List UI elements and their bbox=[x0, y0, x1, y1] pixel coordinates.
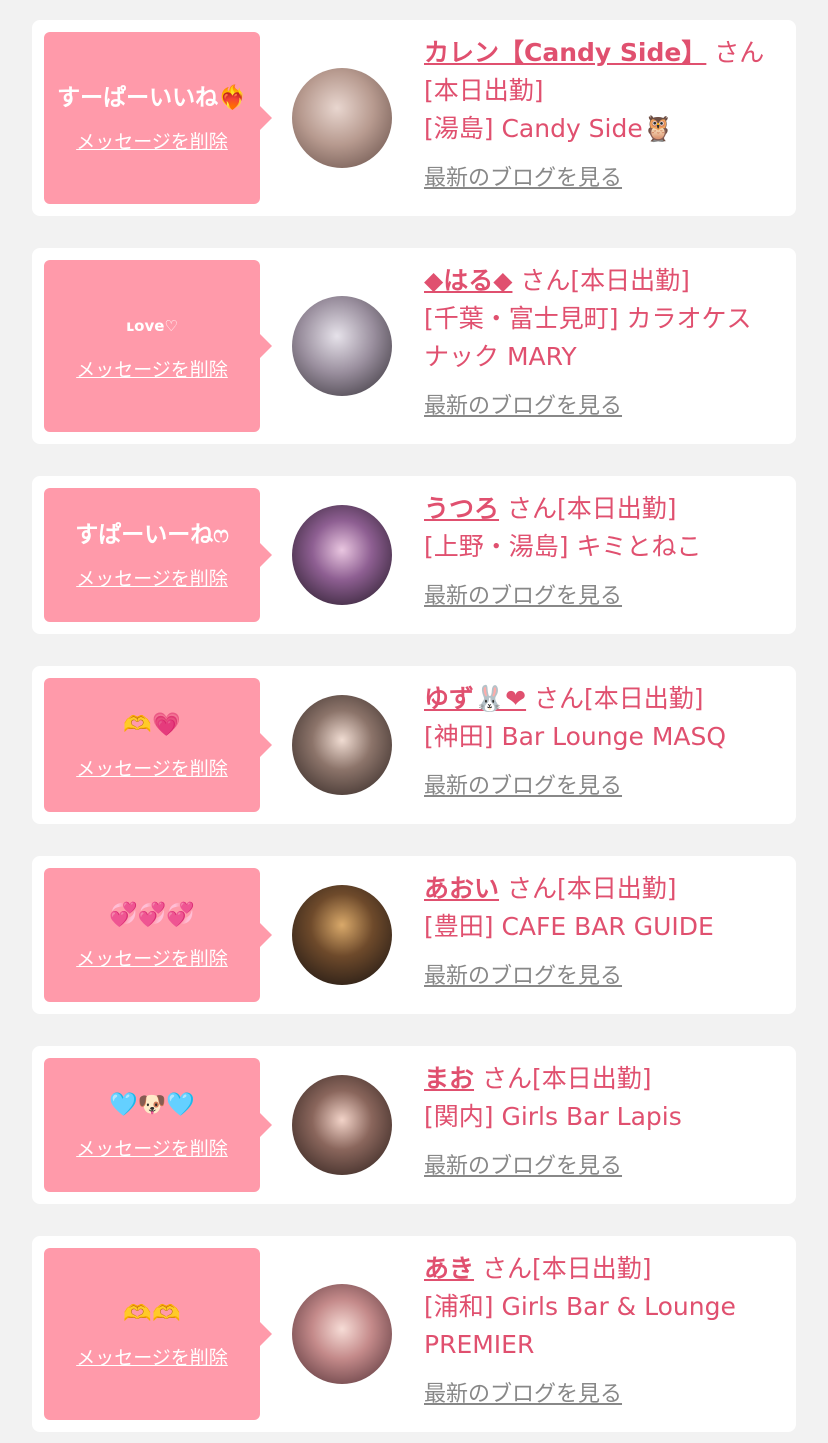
message-text: すーぱーいいね❤️‍🔥 bbox=[57, 84, 247, 111]
message-text: ʟove♡ bbox=[126, 316, 178, 335]
avatar[interactable] bbox=[292, 1075, 392, 1175]
cast-info: うつろ さん[本日出勤] [上野・湯島] キミとねこ 最新のブログを見る bbox=[424, 490, 770, 616]
cast-name-link[interactable]: ゆず🐰❤ bbox=[424, 684, 526, 713]
message-bubble: ʟove♡ メッセージを削除 bbox=[44, 260, 272, 432]
san-suffix: さん[本日出勤] bbox=[520, 266, 690, 295]
delete-message-link[interactable]: メッセージを削除 bbox=[76, 754, 228, 781]
latest-blog-link[interactable]: 最新のブログを見る bbox=[424, 1376, 622, 1414]
cast-info: ◆はる◆ さん[本日出勤] [千葉・富士見町] カラオケスナック MARY 最新… bbox=[424, 262, 770, 426]
message-text: 🫶💗 bbox=[123, 711, 181, 738]
delete-message-link[interactable]: メッセージを削除 bbox=[76, 355, 228, 382]
avatar[interactable] bbox=[292, 885, 392, 985]
san-suffix: さん[本日出勤] bbox=[481, 1064, 652, 1093]
cast-info: カレン【Candy Side】 さん[本日出勤] [湯島] Candy Side… bbox=[424, 34, 770, 198]
cast-info: ゆず🐰❤ さん[本日出勤] [神田] Bar Lounge MASQ 最新のブロ… bbox=[424, 680, 770, 806]
delete-message-link[interactable]: メッセージを削除 bbox=[76, 1343, 228, 1370]
delete-message-link[interactable]: メッセージを削除 bbox=[76, 127, 228, 154]
cast-info: あおい さん[本日出勤] [豊田] CAFE BAR GUIDE 最新のブログを… bbox=[424, 870, 770, 996]
message-bubble: すぱーいーねෆ メッセージを削除 bbox=[44, 488, 272, 622]
cast-name-link[interactable]: ◆はる◆ bbox=[424, 266, 512, 295]
avatar[interactable] bbox=[292, 695, 392, 795]
message-card: 💞💞💞 メッセージを削除 あおい さん[本日出勤] [豊田] CAFE BAR … bbox=[32, 856, 796, 1014]
message-bubble: 🫶🫶 メッセージを削除 bbox=[44, 1248, 272, 1420]
message-bubble: すーぱーいいね❤️‍🔥 メッセージを削除 bbox=[44, 32, 272, 204]
message-bubble: 🫶💗 メッセージを削除 bbox=[44, 678, 272, 812]
latest-blog-link[interactable]: 最新のブログを見る bbox=[424, 1148, 622, 1186]
message-text: 💞💞💞 bbox=[109, 901, 195, 928]
message-card: すーぱーいいね❤️‍🔥 メッセージを削除 カレン【Candy Side】 さん[… bbox=[32, 20, 796, 216]
message-card: 🩵🐶🩵 メッセージを削除 まお さん[本日出勤] [関内] Girls Bar … bbox=[32, 1046, 796, 1204]
san-suffix: さん[本日出勤] bbox=[506, 494, 677, 523]
cast-name-link[interactable]: カレン【Candy Side】 bbox=[424, 38, 706, 67]
delete-message-link[interactable]: メッセージを削除 bbox=[76, 1134, 228, 1161]
cast-name-link[interactable]: あき bbox=[424, 1254, 474, 1283]
latest-blog-link[interactable]: 最新のブログを見る bbox=[424, 768, 622, 806]
message-card: 🫶🫶 メッセージを削除 あき さん[本日出勤] [浦和] Girls Bar &… bbox=[32, 1236, 796, 1432]
avatar[interactable] bbox=[292, 68, 392, 168]
delete-message-link[interactable]: メッセージを削除 bbox=[76, 944, 228, 971]
message-card: 🫶💗 メッセージを削除 ゆず🐰❤ さん[本日出勤] [神田] Bar Loung… bbox=[32, 666, 796, 824]
shop-name: [湯島] Candy Side🦉 bbox=[424, 114, 674, 143]
avatar[interactable] bbox=[292, 1284, 392, 1384]
shop-name: [関内] Girls Bar Lapis bbox=[424, 1102, 682, 1131]
cast-name-link[interactable]: うつろ bbox=[424, 494, 499, 523]
avatar[interactable] bbox=[292, 296, 392, 396]
shop-name: [千葉・富士見町] カラオケスナック MARY bbox=[424, 304, 752, 371]
latest-blog-link[interactable]: 最新のブログを見る bbox=[424, 958, 622, 996]
message-text: すぱーいーねෆ bbox=[75, 521, 229, 548]
san-suffix: さん[本日出勤] bbox=[506, 874, 677, 903]
delete-message-link[interactable]: メッセージを削除 bbox=[76, 564, 228, 591]
message-text: 🫶🫶 bbox=[123, 1300, 181, 1327]
message-card: ʟove♡ メッセージを削除 ◆はる◆ さん[本日出勤] [千葉・富士見町] カ… bbox=[32, 248, 796, 444]
san-suffix: さん[本日出勤] bbox=[534, 684, 704, 713]
message-text: 🩵🐶🩵 bbox=[109, 1091, 195, 1118]
shop-name: [浦和] Girls Bar & Lounge PREMIER bbox=[424, 1292, 736, 1359]
avatar[interactable] bbox=[292, 505, 392, 605]
shop-name: [豊田] CAFE BAR GUIDE bbox=[424, 912, 714, 941]
message-card: すぱーいーねෆ メッセージを削除 うつろ さん[本日出勤] [上野・湯島] キミ… bbox=[32, 476, 796, 634]
latest-blog-link[interactable]: 最新のブログを見る bbox=[424, 160, 622, 198]
latest-blog-link[interactable]: 最新のブログを見る bbox=[424, 578, 622, 616]
message-bubble: 🩵🐶🩵 メッセージを削除 bbox=[44, 1058, 272, 1192]
cast-info: まお さん[本日出勤] [関内] Girls Bar Lapis 最新のブログを… bbox=[424, 1060, 770, 1186]
cast-info: あき さん[本日出勤] [浦和] Girls Bar & Lounge PREM… bbox=[424, 1250, 770, 1414]
latest-blog-link[interactable]: 最新のブログを見る bbox=[424, 388, 622, 426]
san-suffix: さん[本日出勤] bbox=[481, 1254, 652, 1283]
cast-name-link[interactable]: まお bbox=[424, 1064, 474, 1093]
shop-name: [神田] Bar Lounge MASQ bbox=[424, 722, 727, 751]
cast-name-link[interactable]: あおい bbox=[424, 874, 499, 903]
message-bubble: 💞💞💞 メッセージを削除 bbox=[44, 868, 272, 1002]
shop-name: [上野・湯島] キミとねこ bbox=[424, 532, 702, 561]
